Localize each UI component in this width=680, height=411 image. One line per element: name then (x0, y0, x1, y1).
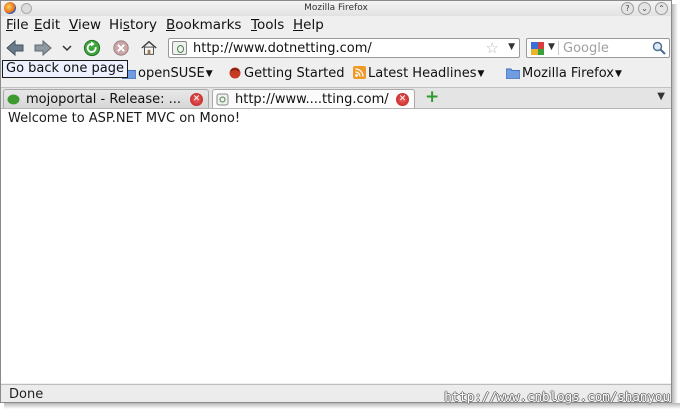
close-tab-icon[interactable]: ✕ (190, 93, 203, 106)
forward-arrow-icon[interactable] (33, 39, 53, 57)
menu-help[interactable]: Help (293, 17, 324, 33)
title-bar: Mozilla Firefox ? ⌄ ⌃ (1, 1, 671, 16)
bookmark-getting-started-label: Getting Started (244, 66, 345, 81)
page-favicon (216, 93, 229, 106)
page-body-text: Welcome to ASP.NET MVC on Mono! (8, 111, 241, 126)
menu-edit[interactable]: Edit (34, 17, 60, 33)
menu-bar: File Edit View History Bookmarks Tools H… (1, 16, 671, 35)
tab-dotnetting[interactable]: http://www....tting.com/ ✕ (212, 89, 415, 110)
navigation-toolbar: http://www.dotnetting.com/ ☆ ▼ ▼ Google (1, 35, 671, 62)
menu-edit-rest: dit (42, 17, 61, 33)
bookmark-star-icon[interactable]: ☆ (486, 39, 499, 57)
url-bar[interactable]: http://www.dotnetting.com/ ☆ ▼ (168, 38, 520, 58)
menu-help-accel: H (293, 17, 304, 33)
maximize-icon[interactable]: ⌃ (655, 2, 668, 15)
back-arrow-icon[interactable] (5, 39, 25, 57)
menu-tools[interactable]: Tools (251, 17, 284, 33)
watermark-text: http://www.cnblogs.com/shanyou (444, 389, 670, 404)
url-text[interactable]: http://www.dotnetting.com/ (193, 41, 372, 56)
search-icon[interactable] (652, 41, 666, 55)
menu-view[interactable]: View (69, 17, 101, 33)
mojoportal-favicon (7, 94, 20, 105)
menu-edit-accel: E (34, 17, 43, 33)
chevron-down-icon: ▼ (205, 69, 213, 79)
search-input[interactable]: Google (563, 41, 609, 56)
bookmark-mozilla-firefox[interactable]: Mozilla Firefox▼ (506, 66, 622, 81)
search-engine-selector[interactable]: ▼ (529, 41, 559, 55)
menu-history-prefix: Hi (109, 17, 123, 33)
tab-list-chevron-icon[interactable]: ▼ (657, 91, 665, 102)
help-icon[interactable]: ? (621, 2, 634, 15)
firefox-icon (229, 67, 241, 79)
tab-strip: mojoportal - Release: ... ✕ http://www..… (1, 87, 671, 110)
menu-history-accel: s (122, 17, 130, 33)
bookmark-getting-started[interactable]: Getting Started (228, 66, 345, 81)
menu-view-accel: V (69, 17, 78, 33)
bookmark-latest-headlines-label: Latest Headlines (368, 66, 477, 81)
tab-mojoportal-label: mojoportal - Release: ... (26, 92, 182, 107)
browser-window: Mozilla Firefox ? ⌄ ⌃ File Edit View His… (0, 0, 672, 403)
rss-feed-icon (353, 66, 366, 79)
engine-dropdown-icon: ▼ (548, 42, 555, 52)
chevron-down-icon: ▼ (614, 69, 622, 79)
menu-history[interactable]: History (109, 17, 157, 33)
menu-history-rest: tory (129, 17, 158, 33)
minimize-icon[interactable]: ⌄ (638, 2, 651, 15)
menu-file-rest: ile (12, 17, 29, 33)
new-tab-plus-icon[interactable]: + (425, 89, 439, 106)
chevron-down-icon: ▼ (477, 69, 485, 79)
url-dropdown-icon[interactable]: ▼ (508, 42, 515, 52)
bookmark-mozilla-firefox-label: Mozilla Firefox (522, 66, 614, 81)
bookmark-opensuse-label: openSUSE (138, 66, 205, 81)
menu-view-rest: iew (77, 17, 102, 33)
stop-icon[interactable] (111, 39, 131, 57)
window-shadow-right (672, 4, 678, 405)
menu-file-accel: F (6, 17, 13, 33)
site-identity-icon[interactable] (172, 41, 187, 55)
menu-bookmarks-accel: B (166, 17, 176, 33)
page-content: Welcome to ASP.NET MVC on Mono! (1, 108, 671, 383)
google-engine-icon (531, 42, 544, 55)
bookmark-opensuse[interactable]: openSUSE▼ (122, 66, 213, 81)
status-text: Done (9, 387, 44, 402)
back-button-tooltip: Go back one page (2, 60, 128, 78)
menu-file[interactable]: File (6, 17, 29, 33)
menu-bookmarks-rest: ookmarks (175, 17, 242, 33)
reload-icon[interactable] (82, 39, 102, 57)
menu-tools-rest: ools (256, 17, 285, 33)
window-title: Mozilla Firefox (304, 3, 368, 13)
close-tab-icon[interactable]: ✕ (396, 93, 409, 106)
folder-icon (506, 68, 520, 79)
tab-mojoportal[interactable]: mojoportal - Release: ... ✕ (3, 89, 209, 109)
bookmark-latest-headlines[interactable]: Latest Headlines▼ (353, 66, 484, 81)
menu-bookmarks[interactable]: Bookmarks (166, 17, 241, 33)
history-dropdown-icon[interactable] (61, 39, 73, 57)
search-bar[interactable]: ▼ Google (526, 38, 670, 58)
tab-dotnetting-label: http://www....tting.com/ (235, 92, 389, 107)
menu-help-rest: elp (303, 17, 324, 33)
home-icon[interactable] (139, 39, 159, 57)
